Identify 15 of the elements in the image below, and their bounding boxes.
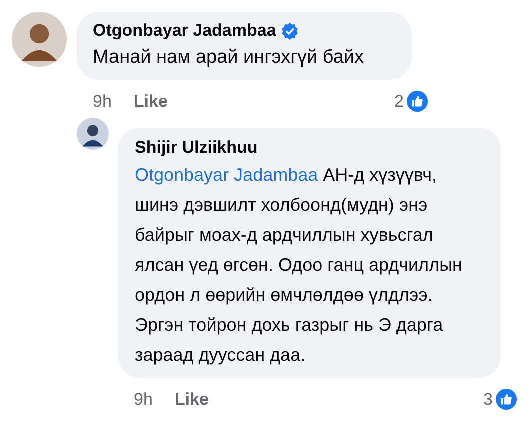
thumbs-up-icon [407,91,428,112]
reaction-count[interactable]: 3 [484,390,493,410]
avatar[interactable] [12,12,67,67]
like-button[interactable]: Like [174,390,209,410]
comment-text: Манай нам арай ингэхгүй байх [93,46,366,70]
author-name[interactable]: Shijir Ulziikhuu [135,138,258,158]
reaction-count[interactable]: 2 [394,92,404,112]
thumbs-up-icon [496,389,517,410]
timestamp: 9h [134,390,153,410]
comment-text: Otgonbayar Jadambaa АН-д хүзүүвч, шинэ дэвшилт холбоонд(мудн) энэ байрыг моах-д ардчиллын хувьсгал ялсан үед өгсөн. Одоо ганц ардчиллын ордон л өөрийн өмчлөлдөө үлдлээ. Эргэн тойрон дохь газрыг нь Э дарга зараад дууссан даа. [135,164,464,367]
like-button[interactable]: Like [134,92,168,112]
avatar[interactable] [77,118,109,150]
mention-link[interactable]: Otgonbayar Jadambaa [135,165,318,185]
author-name[interactable]: Otgonbayar Jadambaa [93,21,276,41]
timestamp: 9h [93,92,112,112]
